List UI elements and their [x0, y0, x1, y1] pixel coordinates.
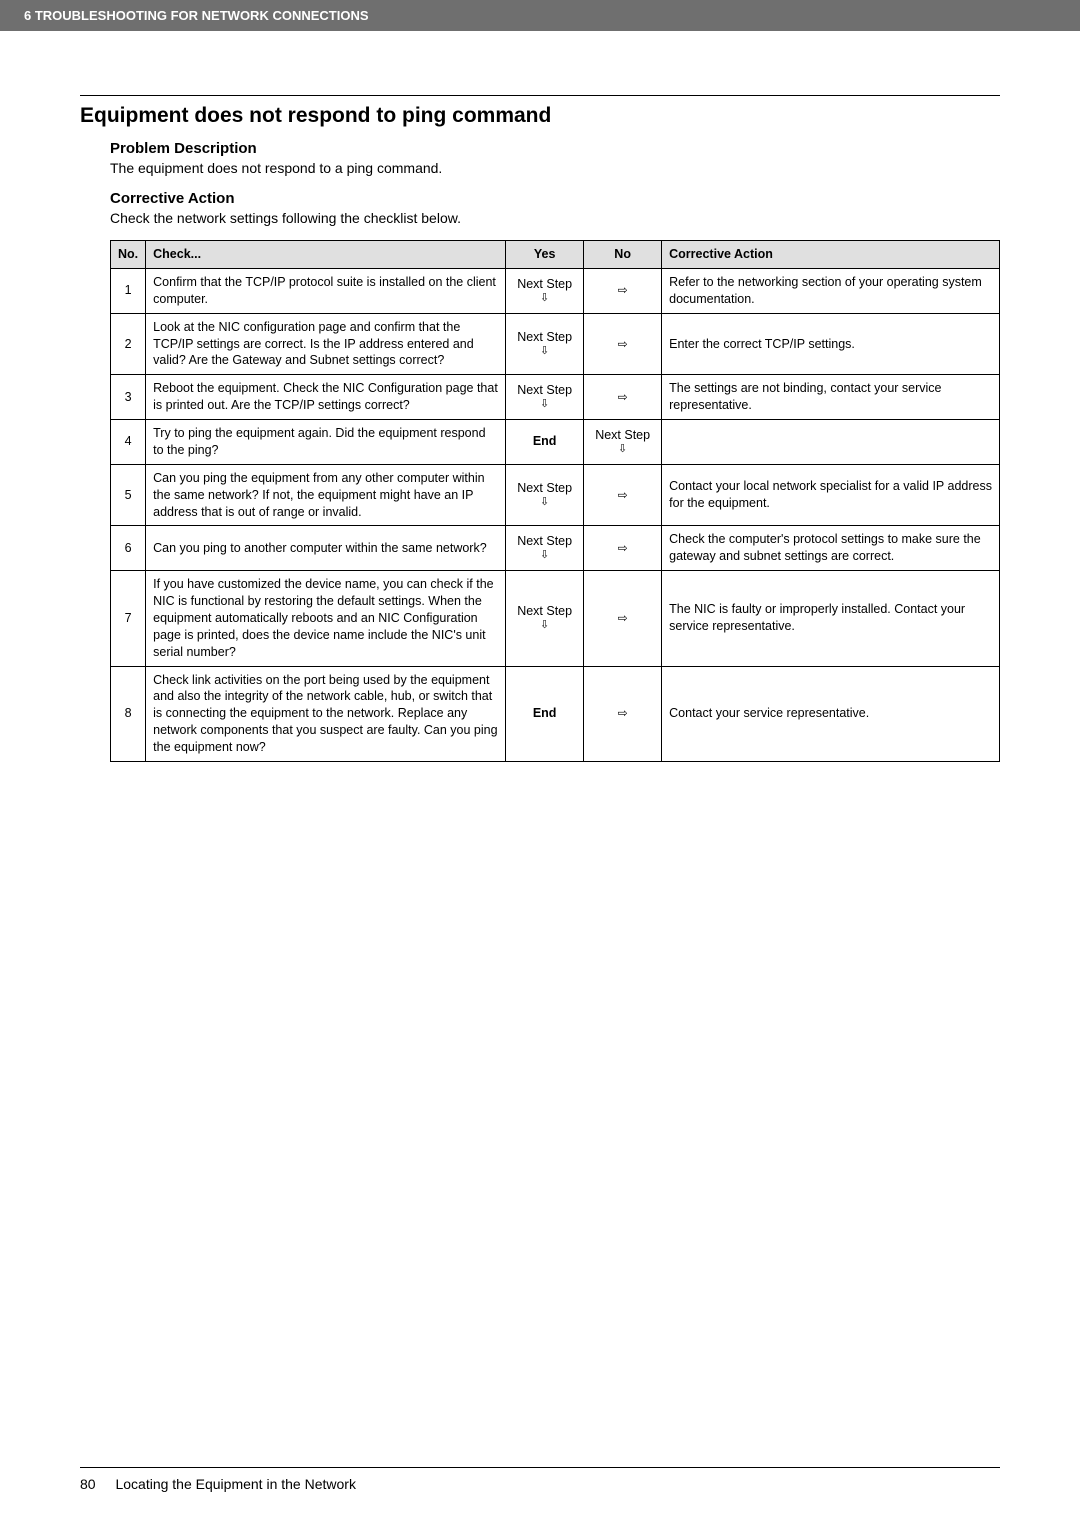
chapter-breadcrumb: 6 TROUBLESHOOTING FOR NETWORK CONNECTION…: [24, 8, 369, 23]
cell-yes: Next Step: [506, 571, 584, 666]
page-number: 80: [80, 1476, 96, 1492]
cell-action: Refer to the networking section of your …: [662, 268, 1000, 313]
cell-no-result: [584, 526, 662, 571]
col-header-no: No.: [111, 241, 146, 269]
next-step-indicator: Next Step: [513, 535, 576, 561]
problem-text: The equipment does not respond to a ping…: [110, 160, 1000, 176]
cell-check: Confirm that the TCP/IP protocol suite i…: [146, 268, 506, 313]
table-row: 6Can you ping to another computer within…: [111, 526, 1000, 571]
cell-yes: Next Step: [506, 375, 584, 420]
arrow-right-icon: [618, 541, 628, 555]
col-header-no: No: [584, 241, 662, 269]
cell-no-result: [584, 666, 662, 761]
table-row: 1Confirm that the TCP/IP protocol suite …: [111, 268, 1000, 313]
footer-text: Locating the Equipment in the Network: [115, 1476, 355, 1492]
next-step-indicator: Next Step: [591, 429, 654, 455]
arrow-right-icon: [618, 611, 628, 625]
cell-no-result: [584, 375, 662, 420]
arrow-right-icon: [618, 488, 628, 502]
table-row: 8Check link activities on the port being…: [111, 666, 1000, 761]
cell-no: 6: [111, 526, 146, 571]
cell-no: 8: [111, 666, 146, 761]
cell-check: Look at the NIC configuration page and c…: [146, 313, 506, 375]
cell-no-result: [584, 464, 662, 526]
arrow-right-icon: [618, 283, 628, 297]
corrective-text: Check the network settings following the…: [110, 210, 1000, 226]
next-step-indicator: Next Step: [513, 384, 576, 410]
cell-yes: End: [506, 666, 584, 761]
table-header-row: No. Check... Yes No Corrective Action: [111, 241, 1000, 269]
page-content: Equipment does not respond to ping comma…: [0, 31, 1080, 762]
arrow-right-icon: [618, 337, 628, 351]
col-header-yes: Yes: [506, 241, 584, 269]
table-row: 5Can you ping the equipment from any oth…: [111, 464, 1000, 526]
cell-action: The NIC is faulty or improperly installe…: [662, 571, 1000, 666]
next-step-indicator: Next Step: [513, 605, 576, 631]
cell-check: Can you ping the equipment from any othe…: [146, 464, 506, 526]
cell-check: Reboot the equipment. Check the NIC Conf…: [146, 375, 506, 420]
arrow-right-icon: [618, 706, 628, 720]
cell-yes: Next Step: [506, 268, 584, 313]
cell-no: 7: [111, 571, 146, 666]
cell-no: 4: [111, 420, 146, 465]
cell-action: Contact your local network specialist fo…: [662, 464, 1000, 526]
cell-check: Check link activities on the port being …: [146, 666, 506, 761]
arrow-right-icon: [618, 390, 628, 404]
chapter-header: 6 TROUBLESHOOTING FOR NETWORK CONNECTION…: [0, 0, 1080, 31]
next-step-indicator: Next Step: [513, 331, 576, 357]
next-step-indicator: Next Step: [513, 278, 576, 304]
problem-heading: Problem Description: [110, 140, 1000, 157]
cell-yes: End: [506, 420, 584, 465]
cell-no-result: [584, 268, 662, 313]
checklist-table: No. Check... Yes No Corrective Action 1C…: [110, 240, 1000, 762]
next-step-indicator: Next Step: [513, 482, 576, 508]
table-row: 3Reboot the equipment. Check the NIC Con…: [111, 375, 1000, 420]
cell-check: If you have customized the device name, …: [146, 571, 506, 666]
cell-action: Check the computer's protocol settings t…: [662, 526, 1000, 571]
corrective-heading: Corrective Action: [110, 190, 1000, 207]
table-row: 4Try to ping the equipment again. Did th…: [111, 420, 1000, 465]
cell-no: 2: [111, 313, 146, 375]
cell-action: Contact your service representative.: [662, 666, 1000, 761]
col-header-action: Corrective Action: [662, 241, 1000, 269]
cell-yes: Next Step: [506, 526, 584, 571]
end-indicator: End: [533, 706, 557, 720]
cell-no-result: [584, 313, 662, 375]
cell-no: 3: [111, 375, 146, 420]
cell-no-result: [584, 571, 662, 666]
table-header: No. Check... Yes No Corrective Action: [111, 241, 1000, 269]
section-title: Equipment does not respond to ping comma…: [80, 104, 1000, 128]
problem-block: Problem Description The equipment does n…: [80, 140, 1000, 762]
cell-action: The settings are not binding, contact yo…: [662, 375, 1000, 420]
page-footer: 80 Locating the Equipment in the Network: [80, 1467, 1000, 1492]
cell-action: [662, 420, 1000, 465]
section-rule: [80, 95, 1000, 96]
cell-no-result: Next Step: [584, 420, 662, 465]
cell-no: 1: [111, 268, 146, 313]
table-body: 1Confirm that the TCP/IP protocol suite …: [111, 268, 1000, 761]
cell-check: Try to ping the equipment again. Did the…: [146, 420, 506, 465]
table-row: 2Look at the NIC configuration page and …: [111, 313, 1000, 375]
col-header-check: Check...: [146, 241, 506, 269]
cell-yes: Next Step: [506, 464, 584, 526]
cell-check: Can you ping to another computer within …: [146, 526, 506, 571]
table-row: 7If you have customized the device name,…: [111, 571, 1000, 666]
cell-no: 5: [111, 464, 146, 526]
cell-yes: Next Step: [506, 313, 584, 375]
cell-action: Enter the correct TCP/IP settings.: [662, 313, 1000, 375]
end-indicator: End: [533, 434, 557, 448]
